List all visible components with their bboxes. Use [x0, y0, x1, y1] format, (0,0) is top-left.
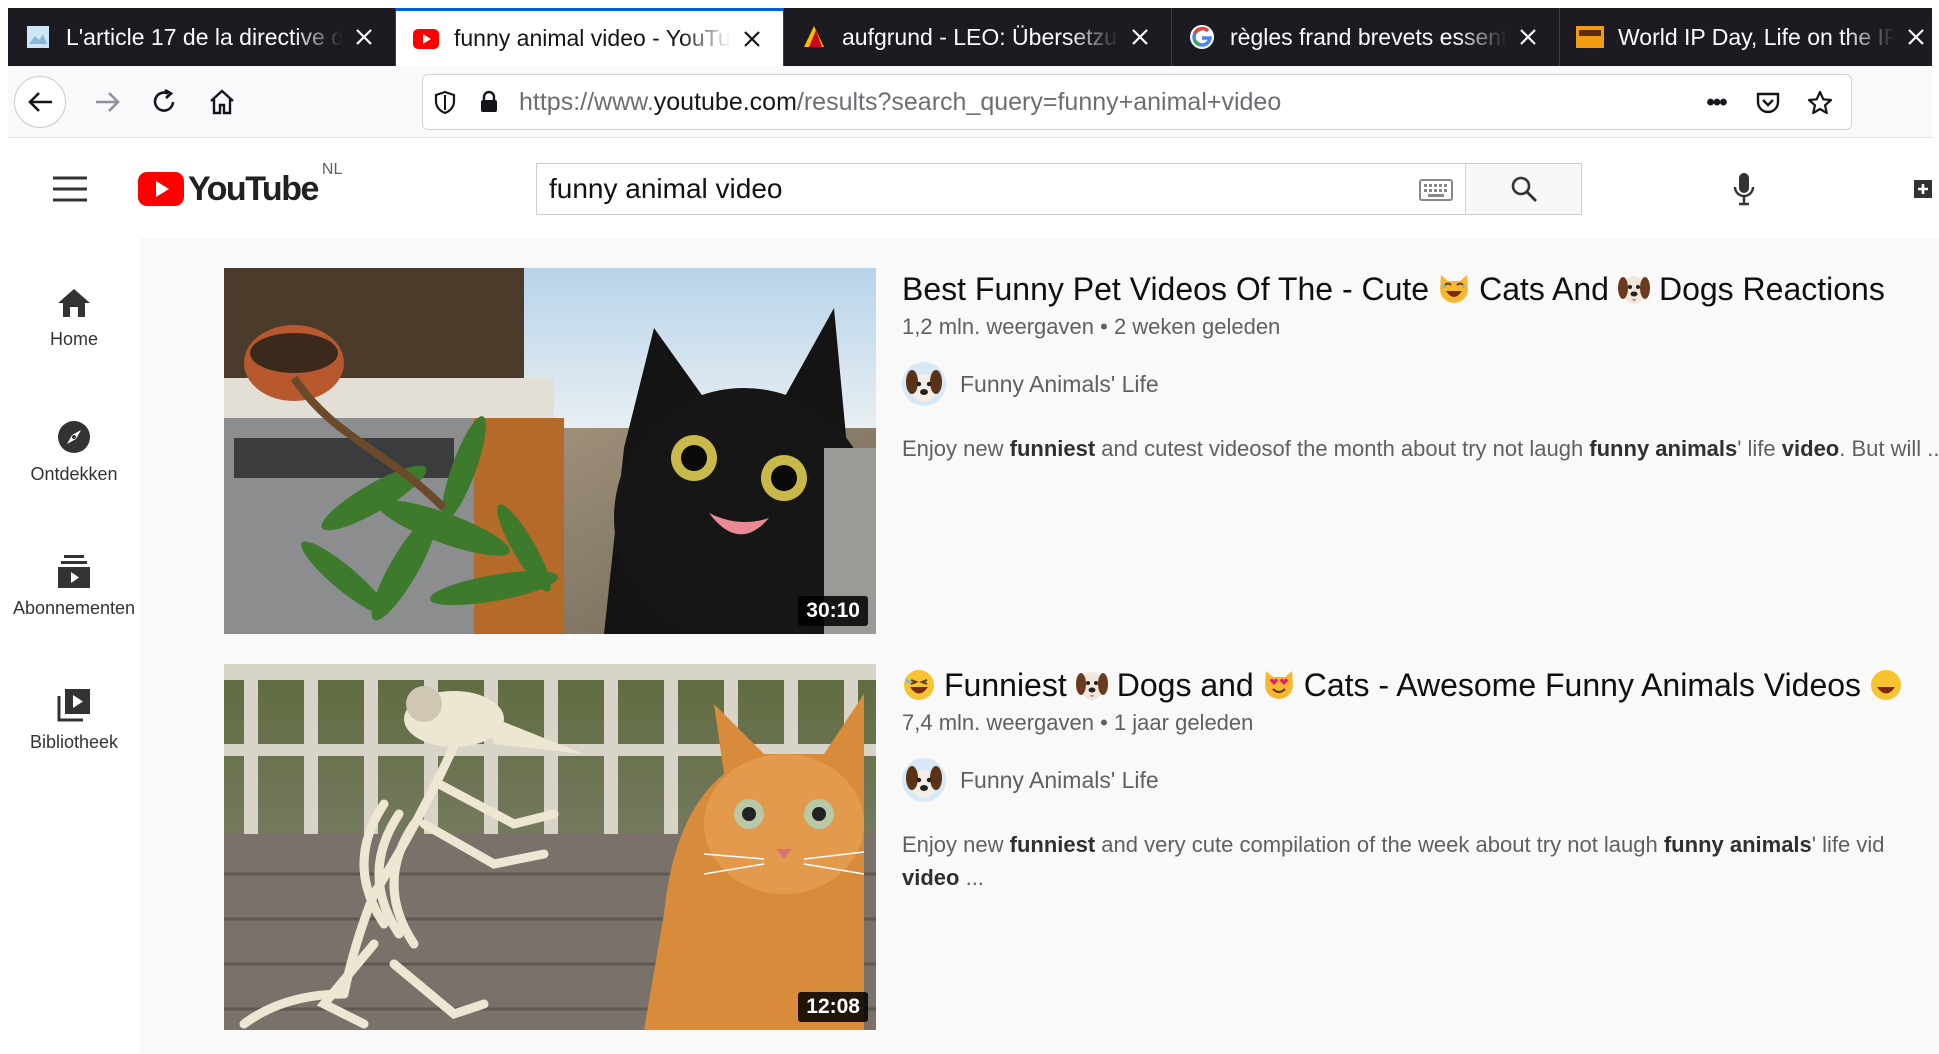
video-result: 12:08 Funniest Dogs and Cats - Awesome F… — [224, 664, 1939, 1030]
channel-info[interactable]: Funny Animals' Life — [902, 758, 1939, 802]
google-favicon-icon — [1188, 23, 1216, 51]
forward-button[interactable] — [82, 76, 134, 128]
hamburger-icon — [53, 176, 87, 202]
browser-tab-youtube[interactable]: funny animal video - YouTube — [396, 8, 784, 66]
video-camera-add-icon — [1914, 180, 1932, 198]
channel-avatar[interactable] — [902, 758, 946, 802]
video-meta: Funniest Dogs and Cats - Awesome Funny A… — [902, 664, 1939, 1030]
close-tab-icon[interactable] — [349, 22, 379, 52]
video-duration: 30:10 — [798, 596, 868, 626]
video-thumbnail[interactable]: 30:10 — [224, 268, 876, 634]
video-stats: 7,4 mln. weergaven • 1 jaar geleden — [902, 710, 1254, 735]
microphone-icon — [1733, 173, 1755, 206]
search-input[interactable]: funny animal video — [537, 164, 1465, 214]
document-favicon-icon — [24, 23, 52, 51]
tab-title: aufgrund - LEO: Übersetzung im Englisch — [842, 23, 1119, 50]
browser-tab-google[interactable]: règles frand brevets essentiels — [1172, 8, 1560, 66]
tab-title: règles frand brevets essentiels — [1230, 23, 1507, 50]
sidebar-item-home[interactable]: Home — [8, 258, 140, 378]
tab-title: World IP Day, Life on the IP Blog — [1618, 23, 1895, 50]
guide-sidebar: Home Ontdekken Abonnementen Bibliotheek — [8, 238, 140, 1054]
browser-tab-leo[interactable]: aufgrund - LEO: Übersetzung im Englisch — [784, 8, 1172, 66]
guide-menu-button[interactable] — [48, 167, 92, 211]
close-tab-icon[interactable] — [737, 24, 767, 54]
home-button[interactable] — [196, 76, 248, 128]
heart-eyes-cat-emoji-icon — [1264, 671, 1293, 699]
youtube-favicon-icon — [412, 25, 440, 53]
close-tab-icon[interactable] — [1513, 22, 1543, 52]
search-results: 30:10 Best Funny Pet Videos Of The - Cut… — [140, 238, 1939, 1054]
tracking-shield-icon[interactable] — [423, 80, 467, 124]
arrow-right-icon — [96, 92, 120, 112]
dog-emoji-icon — [1075, 672, 1108, 700]
pocket-icon[interactable] — [1747, 81, 1789, 125]
arrow-left-icon — [28, 92, 52, 112]
lock-icon[interactable] — [467, 80, 511, 124]
page-actions-menu-icon[interactable]: ••• — [1695, 81, 1737, 125]
home-icon — [210, 89, 234, 115]
browser-tab-ipkat[interactable]: World IP Day, Life on the IP Blog — [1560, 8, 1939, 66]
video-thumbnail[interactable]: 12:08 — [224, 664, 876, 1030]
bookmark-star-icon[interactable] — [1799, 81, 1841, 125]
youtube-wordmark: YouTube — [188, 169, 319, 208]
sidebar-item-label: Home — [49, 328, 98, 349]
search-button[interactable] — [1465, 164, 1581, 214]
voice-search-button[interactable] — [1718, 163, 1770, 215]
channel-info[interactable]: Funny Animals' Life — [902, 362, 1939, 406]
channel-avatar[interactable] — [902, 362, 946, 406]
channel-name[interactable]: Funny Animals' Life — [960, 767, 1159, 794]
browser-tab-article17[interactable]: L'article 17 de la directive droit d'aut… — [8, 8, 396, 66]
search-box: funny animal video — [536, 163, 1582, 215]
library-icon — [57, 688, 90, 721]
laughing-emoji-icon — [904, 670, 934, 700]
youtube-logo[interactable]: YouTube NL — [138, 161, 342, 211]
cat-thumbnail-image — [224, 268, 876, 634]
channel-name[interactable]: Funny Animals' Life — [960, 371, 1159, 398]
close-tab-icon[interactable] — [1901, 22, 1931, 52]
region-code: NL — [321, 161, 343, 178]
tab-title: funny animal video - YouTube — [454, 25, 731, 51]
video-stats: 1,2 mln. weergaven • 2 weken geleden — [902, 314, 1281, 339]
video-description: Enjoy new funniest and very cute compila… — [902, 832, 1885, 890]
keyboard-icon[interactable] — [1419, 176, 1453, 208]
reload-icon — [153, 88, 175, 112]
compass-icon — [58, 420, 90, 453]
video-title[interactable]: Funniest Dogs and Cats - Awesome Funny A… — [902, 664, 1939, 706]
sidebar-item-label: Ontdekken — [30, 463, 118, 484]
tab-title: L'article 17 de la directive droit d'aut… — [66, 23, 343, 50]
youtube-play-logo-icon — [138, 172, 184, 206]
sidebar-item-subscriptions[interactable]: Abonnementen — [8, 526, 140, 646]
video-title[interactable]: Best Funny Pet Videos Of The - Cute Cats… — [902, 268, 1939, 310]
search-icon — [1511, 176, 1537, 202]
sidebar-item-library[interactable]: Bibliotheek — [8, 660, 140, 780]
video-meta: Best Funny Pet Videos Of The - Cute Cats… — [902, 268, 1939, 634]
browser-nav-bar: https://www.youtube.com/results?search_q… — [8, 66, 1932, 138]
laughing-cat-emoji-icon — [1440, 275, 1469, 303]
sidebar-item-label: Bibliotheek — [29, 731, 119, 752]
video-duration: 12:08 — [798, 992, 868, 1022]
laughing-emoji-icon — [1871, 670, 1902, 700]
sidebar-item-explore[interactable]: Ontdekken — [8, 392, 140, 512]
ipkat-favicon-icon — [1576, 23, 1604, 51]
subscriptions-icon — [58, 554, 90, 588]
sidebar-item-label: Abonnementen — [12, 597, 136, 618]
url-text[interactable]: https://www.youtube.com/results?search_q… — [519, 88, 1281, 117]
browser-tab-bar: L'article 17 de la directive droit d'aut… — [8, 8, 1932, 66]
video-result: 30:10 Best Funny Pet Videos Of The - Cut… — [224, 268, 1939, 634]
address-bar[interactable]: https://www.youtube.com/results?search_q… — [422, 74, 1852, 130]
reload-button[interactable] — [138, 76, 190, 128]
close-tab-icon[interactable] — [1125, 22, 1155, 52]
create-video-button[interactable] — [1914, 175, 1932, 203]
leo-favicon-icon — [800, 23, 828, 51]
video-description: Enjoy new funniest and cutest videosof t… — [902, 436, 1939, 461]
back-button[interactable] — [14, 76, 66, 128]
youtube-masthead: YouTube NL funny animal video — [8, 139, 1932, 237]
dog-emoji-icon — [1617, 276, 1650, 304]
cat-skeleton-thumbnail-image — [224, 664, 876, 1030]
home-icon — [58, 288, 90, 317]
